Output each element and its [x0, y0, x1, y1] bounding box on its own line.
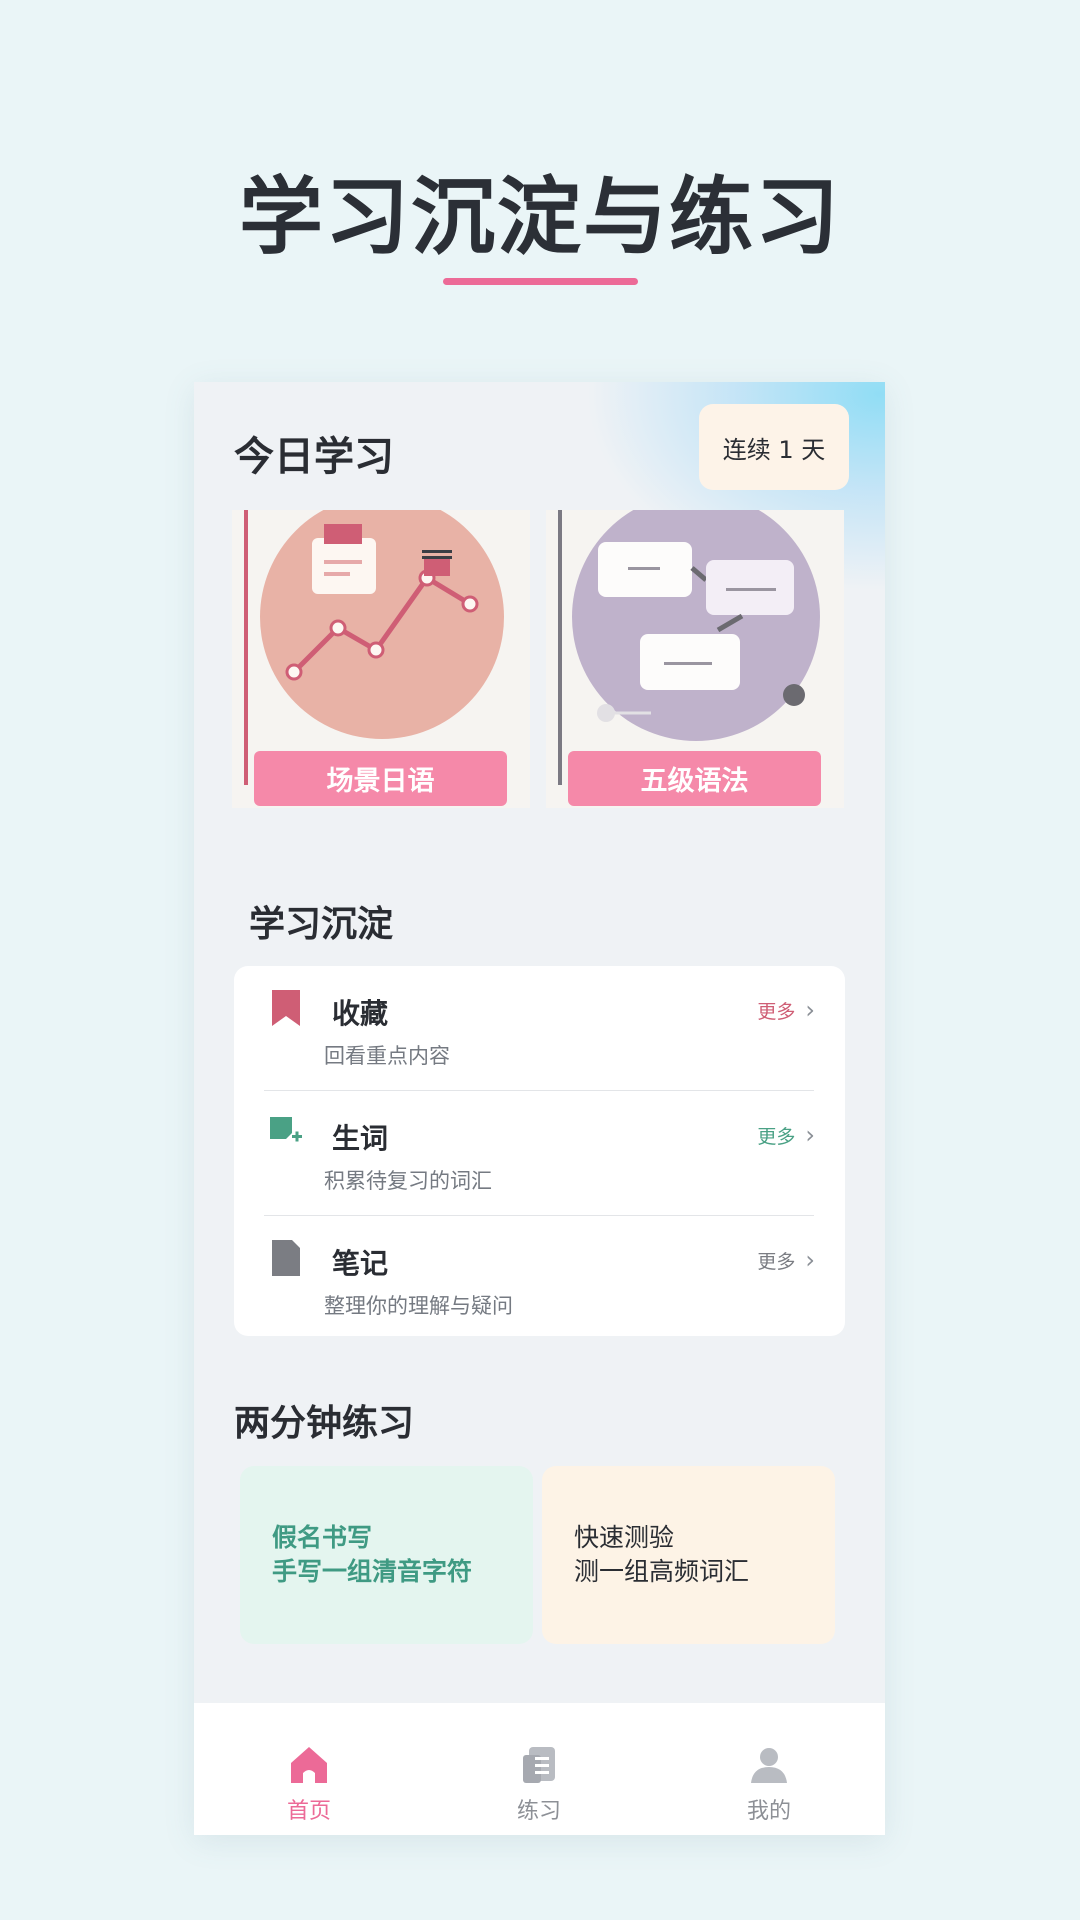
chevron-right-icon: ›: [805, 996, 815, 1024]
promo-underline: [443, 278, 638, 285]
add-word-icon: [270, 1117, 302, 1142]
tab-label: 练习: [516, 1799, 561, 1824]
tab-profile[interactable]: 我的: [654, 1703, 884, 1835]
list-item-desc: 整理你的理解与疑问: [324, 1294, 513, 1318]
list-item-favorites[interactable]: 收藏 回看重点内容 更多 ›: [234, 966, 845, 1091]
chevron-right-icon: ›: [805, 1121, 815, 1149]
profile-icon: [751, 1748, 787, 1783]
list-item-title: 生词: [332, 1122, 389, 1155]
tab-label: 首页: [286, 1799, 331, 1824]
note-icon: [272, 1240, 300, 1276]
practice-card-desc: 手写一组清音字符: [272, 1557, 473, 1586]
tab-practice[interactable]: 练习: [424, 1703, 654, 1835]
list-item-desc: 回看重点内容: [324, 1044, 450, 1068]
more-label: 更多: [757, 1000, 796, 1023]
list-item-desc: 积累待复习的词汇: [324, 1169, 492, 1193]
home-icon: [291, 1747, 327, 1783]
more-label: 更多: [757, 1250, 796, 1273]
practice-card-title: 假名书写: [272, 1523, 373, 1552]
promo-title: 学习沉淀与练习: [238, 168, 841, 266]
practice-card-desc: 测一组高频词汇: [574, 1557, 750, 1586]
course-card-scene-japanese[interactable]: 场景日语: [232, 510, 530, 808]
practice-title: 两分钟练习: [234, 1403, 415, 1444]
tab-label: 我的: [746, 1799, 791, 1824]
bottom-tab-bar: 首页 练习 我的: [194, 1703, 885, 1835]
more-link[interactable]: 更多 ›: [757, 1246, 815, 1274]
course-label: 场景日语: [254, 751, 507, 806]
practice-card-quick-quiz[interactable]: 快速测验 测一组高频词汇: [542, 1466, 835, 1644]
practice-card-kana-writing[interactable]: 假名书写 手写一组清音字符: [240, 1466, 533, 1644]
today-title: 今日学习: [234, 434, 394, 480]
list-item-title: 笔记: [332, 1247, 389, 1280]
list-item-vocabulary[interactable]: 生词 积累待复习的词汇 更多 ›: [234, 1091, 845, 1216]
more-link[interactable]: 更多 ›: [757, 996, 815, 1024]
tab-home[interactable]: 首页: [194, 1703, 424, 1835]
course-card-jlpt-grammar[interactable]: 五级语法: [546, 510, 844, 808]
phone-screen: 今日学习 连续 1 天 场景日语 五级语法 学习沉淀 收藏 回看重点内容 更多 …: [194, 382, 885, 1835]
practice-icon: [523, 1747, 555, 1783]
course-label: 五级语法: [568, 751, 821, 806]
chevron-right-icon: ›: [805, 1246, 815, 1274]
accumulation-title: 学习沉淀: [249, 904, 394, 945]
more-link[interactable]: 更多 ›: [757, 1121, 815, 1149]
more-label: 更多: [757, 1125, 796, 1148]
practice-card-title: 快速测验: [574, 1523, 675, 1552]
streak-badge: 连续 1 天: [699, 404, 849, 490]
list-item-title: 收藏: [332, 997, 389, 1030]
accumulation-list: 收藏 回看重点内容 更多 › 生词 积累待复习的词汇 更多 › 笔记 整理你的理…: [234, 966, 845, 1336]
list-item-notes[interactable]: 笔记 整理你的理解与疑问 更多 ›: [234, 1216, 845, 1341]
bookmark-icon: [272, 990, 300, 1026]
